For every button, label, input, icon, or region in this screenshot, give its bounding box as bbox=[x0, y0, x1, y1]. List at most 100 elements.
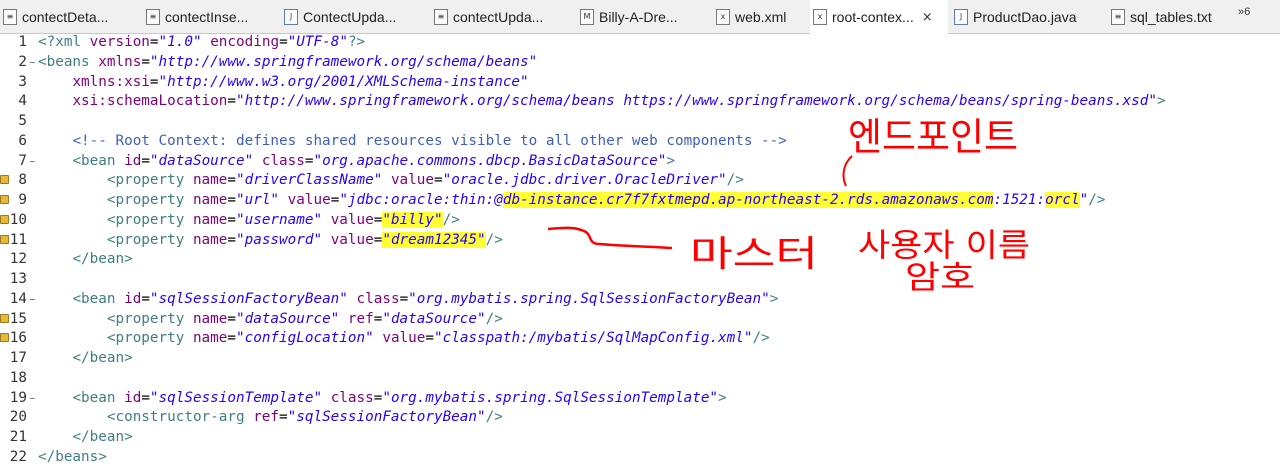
code-token: <property bbox=[106, 330, 193, 347]
code-token: <property bbox=[106, 211, 193, 228]
code-text: <property name="url" value="jdbc:oracle:… bbox=[38, 192, 1105, 208]
line-number: 17 bbox=[9, 350, 27, 366]
code-line: 19− <bean id="sqlSessionTemplate" class=… bbox=[0, 390, 1280, 410]
code-token: xsi:schemaLocation bbox=[72, 93, 228, 110]
code-token: "http://www.springframework.org/schema/b… bbox=[235, 93, 1157, 110]
tab-label: root-contex... bbox=[832, 9, 914, 25]
code-token: "url" bbox=[236, 192, 280, 208]
close-tab-icon[interactable]: × bbox=[922, 10, 933, 25]
tab-5[interactable]: x web.xml bbox=[713, 0, 807, 33]
code-line: 17 </bean> bbox=[0, 350, 1280, 370]
code-token: id bbox=[124, 152, 142, 169]
file-icon: ≡ bbox=[434, 8, 448, 25]
line-number: 22 bbox=[9, 448, 27, 465]
fold-toggle-icon[interactable]: − bbox=[29, 157, 36, 166]
code-text: <bean id="sqlSessionTemplate" class="org… bbox=[38, 389, 726, 406]
code-token: "sqlSessionFactoryBean" bbox=[287, 409, 486, 426]
code-token: > bbox=[1156, 93, 1166, 110]
code-token: = bbox=[279, 409, 288, 426]
code-token: encoding bbox=[210, 34, 280, 50]
code-token: <property bbox=[106, 310, 193, 327]
tab-label: contectInse... bbox=[165, 8, 249, 25]
code-token: name bbox=[192, 192, 228, 208]
code-text: </bean> bbox=[38, 251, 132, 267]
code-text: <?xml version="1.0" encoding="UTF-8"?> bbox=[38, 34, 365, 50]
code-token: "dataSource" bbox=[382, 310, 486, 327]
code-token: "org.mybatis.spring.SqlSessionTemplate" bbox=[382, 389, 719, 406]
line-number: 9 bbox=[18, 192, 27, 208]
code-token: "username" bbox=[236, 211, 323, 228]
code-token: name bbox=[192, 330, 228, 347]
code-token: "classpath:/mybatis/SqlMapConfig.xml" bbox=[434, 330, 753, 347]
line-number: 8 bbox=[18, 172, 27, 189]
code-line: 13 bbox=[0, 271, 1280, 291]
code-token: = bbox=[399, 290, 409, 307]
tab-7[interactable]: J ProductDao.java bbox=[951, 0, 1101, 33]
code-token: ref bbox=[347, 310, 374, 327]
code-token: name bbox=[192, 172, 228, 189]
tab-1[interactable]: ≡ contectInse... bbox=[143, 0, 278, 33]
fold-toggle-icon[interactable]: − bbox=[29, 58, 36, 67]
tab-label: ContectUpda... bbox=[303, 8, 397, 25]
code-text: <beans xmlns="http://www.springframework… bbox=[38, 54, 537, 70]
code-token: "password" bbox=[236, 231, 323, 248]
line-number: 1 bbox=[18, 34, 27, 50]
line-number: 15 bbox=[9, 310, 27, 327]
code-text: </bean> bbox=[38, 350, 132, 366]
tab-4[interactable]: M Billy-A-Dre... bbox=[577, 0, 710, 33]
line-number: 19 bbox=[9, 389, 27, 406]
fold-toggle-icon[interactable]: − bbox=[29, 295, 36, 304]
tab-label: web.xml bbox=[735, 8, 787, 25]
line-number: 12 bbox=[9, 251, 27, 268]
code-token: "billy" bbox=[382, 211, 443, 228]
code-token: = bbox=[433, 172, 443, 189]
code-token: <property bbox=[106, 192, 193, 208]
tab-overflow-button[interactable]: »6 bbox=[1238, 6, 1250, 18]
code-token: :1521: bbox=[993, 192, 1046, 208]
code-text: </beans> bbox=[38, 449, 107, 465]
code-token: <!-- Root Context: defines shared resour… bbox=[72, 132, 787, 149]
code-line: 7− <bean id="dataSource" class="org.apac… bbox=[0, 153, 1280, 173]
code-text: <property name="configLocation" value="c… bbox=[38, 330, 770, 346]
code-editor[interactable]: 1 <?xml version="1.0" encoding="UTF-8"?> 2… bbox=[0, 34, 1280, 470]
code-token: /> bbox=[1088, 192, 1106, 208]
code-text: xsi:schemaLocation="http://www.springfra… bbox=[38, 93, 1166, 110]
line-number: 4 bbox=[18, 93, 27, 110]
code-text: xmlns:xsi="http://www.w3.org/2001/XMLSch… bbox=[38, 73, 529, 90]
code-token: = bbox=[227, 172, 236, 189]
tab-6[interactable]: x root-contex... × bbox=[810, 0, 948, 34]
java-file-icon: J bbox=[954, 8, 968, 25]
code-text: <property name="driverClassName" value="… bbox=[38, 172, 744, 188]
code-token: "1.0" bbox=[158, 34, 202, 50]
tab-8[interactable]: ≡ sql_tables.txt bbox=[1108, 0, 1228, 33]
line-number: 2 bbox=[18, 53, 27, 70]
code-line: 15 <property name="dataSource" ref="data… bbox=[0, 311, 1280, 331]
tab-label: Billy-A-Dre... bbox=[599, 8, 678, 25]
line-number: 20 bbox=[9, 409, 27, 426]
code-token: /> bbox=[485, 310, 503, 327]
tab-label: contectUpda... bbox=[453, 8, 544, 25]
tab-2[interactable]: J ContectUpda... bbox=[281, 0, 428, 33]
code-token: value bbox=[330, 231, 374, 248]
code-token: xmlns bbox=[98, 53, 142, 70]
tab-0[interactable]: ≡ contectDeta... bbox=[0, 0, 140, 33]
code-token: <?xml bbox=[38, 34, 90, 50]
code-token: </beans> bbox=[38, 448, 107, 465]
code-line: 11 <property name="password" value="drea… bbox=[0, 231, 1280, 252]
code-line: 10 <property name="username" value="bill… bbox=[0, 211, 1280, 232]
code-token: <property bbox=[106, 172, 193, 189]
tab-3[interactable]: ≡ contectUpda... bbox=[431, 0, 573, 33]
code-token: "http://www.w3.org/2001/XMLSchema-instan… bbox=[158, 73, 529, 90]
code-token: "UTF-8" bbox=[287, 34, 348, 50]
code-token: "org.mybatis.spring.SqlSessionFactoryBea… bbox=[408, 290, 770, 307]
fold-toggle-icon[interactable]: − bbox=[29, 394, 36, 403]
